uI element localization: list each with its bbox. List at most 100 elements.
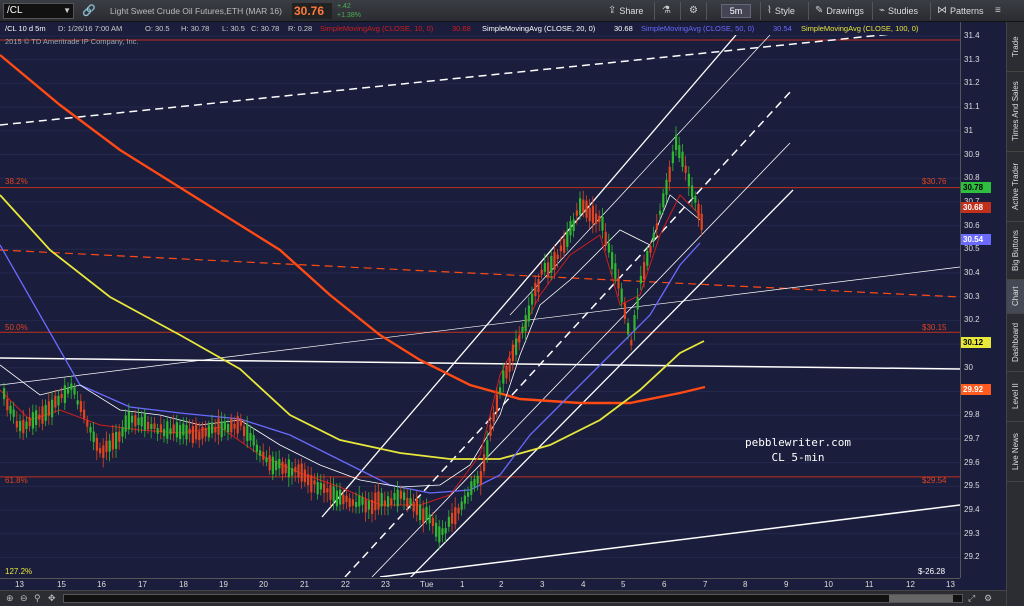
cursor-icon[interactable]: ✥: [48, 593, 56, 604]
link-icon[interactable]: 🔗: [82, 4, 96, 17]
settings-icon[interactable]: ⚙: [984, 593, 992, 604]
tab-level-ii[interactable]: Level II: [1007, 372, 1024, 422]
price-tick: 30.6: [964, 220, 980, 230]
candle-body: [694, 195, 697, 203]
chart-scrollbar[interactable]: [63, 594, 963, 603]
tab-trade[interactable]: Trade: [1007, 22, 1024, 72]
drawings-label: Drawings: [826, 6, 864, 16]
candle-body: [70, 383, 73, 390]
candle-body: [345, 495, 348, 503]
candle-body: [124, 415, 127, 432]
price-tick: 31.4: [964, 31, 980, 40]
tab-live-news[interactable]: Live News: [1007, 422, 1024, 482]
candle-body: [255, 444, 258, 452]
price-tick: 31.2: [964, 78, 980, 88]
side-tab-bar: Trade Times And Sales Active Trader Big But…: [1006, 22, 1024, 606]
candle-body: [479, 471, 482, 486]
candle-body: [323, 483, 326, 493]
divider: [760, 2, 761, 20]
patterns-icon: ⋈: [937, 5, 947, 16]
candle-body: [99, 448, 102, 454]
sma20-label[interactable]: SimpleMovingAvg (CLOSE, 20, 0): [482, 24, 595, 33]
candle-body: [275, 460, 278, 471]
percent-change: +1.38%: [337, 12, 361, 19]
candle-body: [620, 288, 623, 303]
divider: [706, 2, 707, 20]
candle-body: [659, 210, 662, 215]
candle-body: [662, 193, 665, 208]
expand-icon[interactable]: ⤢: [968, 593, 975, 604]
candle-body: [303, 469, 306, 483]
price-tick: 29.3: [964, 528, 980, 538]
candle-body: [223, 421, 226, 430]
low-value: L: 30.5: [222, 24, 245, 33]
candle-body: [579, 198, 582, 215]
style-button[interactable]: ⌇ Style: [767, 3, 795, 19]
zoom-out-icon[interactable]: ⊖: [20, 593, 28, 604]
candle-body: [239, 419, 242, 426]
bottom-bar: ⊕ ⊖ ⚲ ✥ ⤢ ⚙: [0, 590, 1006, 606]
candle-body: [700, 213, 703, 230]
candle-body: [604, 231, 607, 247]
style-label: Style: [774, 6, 795, 16]
candle-body: [137, 417, 140, 425]
candle-body: [156, 428, 159, 434]
candle-body: [607, 243, 610, 253]
thinkorswim-chart-window: /CL ▼ 🔗 Light Sweet Crude Oil Futures,ETH…: [0, 0, 1024, 606]
sma10-label[interactable]: SimpleMovingAvg (CLOSE, 10, 0): [320, 24, 433, 33]
menu-icon: ≡: [995, 5, 1001, 16]
time-axis[interactable]: 13 15 16 17 18 19 20 21 22 23 Tue 1 2 3 4 5 6 7 8 9 10 11 12 13: [0, 578, 960, 590]
candle-body: [380, 493, 383, 507]
candle-body: [188, 428, 191, 435]
price-axis[interactable]: 31.431.331.231.13130.930.830.730.630.530…: [960, 22, 1006, 578]
candle-body: [307, 474, 310, 486]
scrollbar-thumb[interactable]: [889, 595, 953, 602]
chart-menu-button[interactable]: ≡: [995, 3, 1001, 19]
candle-body: [665, 179, 668, 195]
candle-body: [569, 220, 572, 236]
tab-big-buttons[interactable]: Big Buttons: [1007, 222, 1024, 280]
chart-canvas[interactable]: [0, 35, 960, 577]
time-tick: 20: [259, 580, 268, 589]
candle-body: [483, 454, 486, 472]
price-chart[interactable]: 38.2% $30.76 50.0% $30.15 61.8% $29.54 1…: [0, 35, 960, 577]
fib-618-value: $29.54: [922, 476, 947, 485]
patterns-button[interactable]: ⋈ Patterns: [937, 3, 984, 19]
tab-chart[interactable]: Chart: [1007, 280, 1024, 314]
settings-button[interactable]: ⚙: [689, 3, 698, 19]
tab-active-trader[interactable]: Active Trader: [1007, 152, 1024, 222]
candle-body: [671, 151, 674, 164]
candle-body: [524, 315, 527, 332]
flask-button[interactable]: ⚗: [662, 3, 671, 19]
price-tick: 29.4: [964, 505, 980, 514]
candle-body: [422, 508, 425, 523]
pencil-icon: ✎: [815, 5, 824, 16]
candle-body: [572, 219, 575, 232]
symbol-selector[interactable]: /CL ▼: [3, 3, 74, 19]
price-tick: 30.3: [964, 291, 980, 301]
timeframe-selector[interactable]: 5m: [721, 4, 751, 18]
zoom-in-icon[interactable]: ⊕: [6, 593, 14, 604]
candle-body: [41, 406, 44, 424]
candle-body: [451, 512, 454, 524]
studies-button[interactable]: ⌁ Studies: [879, 3, 918, 19]
candle-body: [537, 279, 540, 293]
candle-body: [627, 323, 630, 335]
sma50-label[interactable]: SimpleMovingAvg (CLOSE, 50, 0): [641, 24, 754, 33]
share-button[interactable]: ⇪ Share: [608, 3, 643, 19]
tab-dashboard[interactable]: Dashboard: [1007, 314, 1024, 372]
candle-body: [121, 426, 124, 437]
candle-body: [12, 409, 15, 417]
chevron-down-icon[interactable]: ▼: [63, 4, 71, 18]
candle-body: [630, 339, 633, 346]
magnifier-icon[interactable]: ⚲: [34, 593, 41, 604]
sma100-label[interactable]: SimpleMovingAvg (CLOSE, 100, 0): [801, 24, 918, 33]
candle-body: [412, 501, 415, 512]
candle-body: [601, 216, 604, 231]
price-badge: 30.54: [961, 234, 991, 245]
range-value: R: 0.28: [288, 24, 313, 33]
candle-body: [649, 246, 652, 253]
drawings-button[interactable]: ✎ Drawings: [815, 3, 864, 19]
candle-body: [54, 395, 57, 408]
tab-times-and-sales[interactable]: Times And Sales: [1007, 72, 1024, 152]
